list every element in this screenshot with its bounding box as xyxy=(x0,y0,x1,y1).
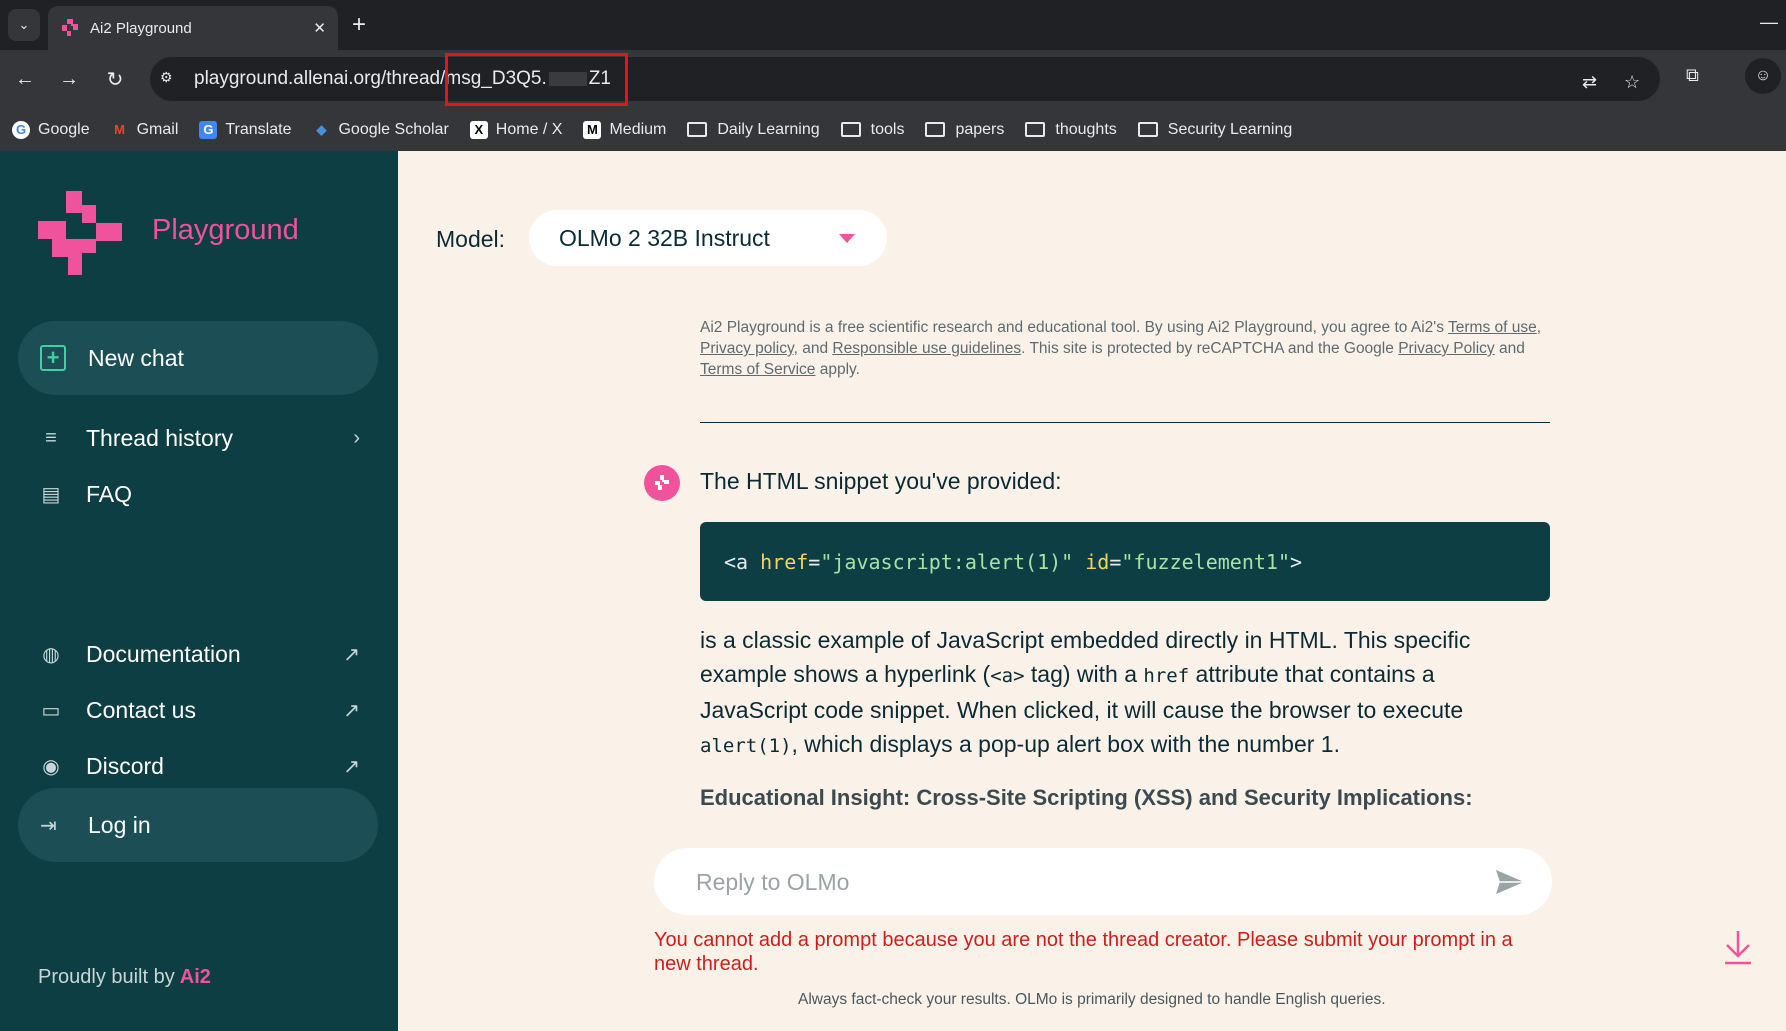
inline-code-alert: alert(1) xyxy=(700,735,792,757)
minimize-icon[interactable]: — xyxy=(1760,12,1778,33)
message-paragraph: is a classic example of JavaScript embed… xyxy=(700,627,1471,757)
globe-icon: ◍ xyxy=(42,644,60,666)
tab-close-icon[interactable]: ✕ xyxy=(313,19,326,37)
model-label: Model: xyxy=(436,226,506,252)
gmail-icon: M xyxy=(114,122,126,137)
reload-icon[interactable]: ↻ xyxy=(102,66,128,92)
document-icon: ▤ xyxy=(41,484,61,506)
sidebar-item-faq[interactable]: ▤ FAQ xyxy=(38,481,360,508)
new-chat-button[interactable]: + New chat xyxy=(18,321,378,395)
external-link-icon: ↗ xyxy=(343,700,360,722)
site-info-icon[interactable]: ⚙ xyxy=(160,69,182,89)
bookmark-security-learning[interactable]: Security Learning xyxy=(1137,121,1292,139)
insight-heading: Educational Insight: Cross-Site Scriptin… xyxy=(700,785,1473,810)
new-chat-label: New chat xyxy=(88,344,184,371)
translate-page-icon[interactable]: ⇄ xyxy=(1582,72,1597,93)
medium-icon: M xyxy=(583,120,602,139)
bookmarks-bar: G Google M Gmail G Translate ◆ Google Schola… xyxy=(0,108,1786,151)
ai2-glyph-icon xyxy=(655,475,669,490)
caret-down-icon xyxy=(839,234,855,243)
tab-title: Ai2 Playground xyxy=(90,19,192,37)
list-icon: ≡ xyxy=(45,427,57,449)
google-privacy-link[interactable]: Privacy Policy xyxy=(1398,340,1494,357)
chat-bubble-icon: ▭ xyxy=(41,700,61,722)
profile-icon[interactable]: ☺ xyxy=(1745,58,1781,94)
browser-tabbar: ⌄ Ai2 Playground ✕ + — xyxy=(0,0,1786,50)
plus-square-icon: + xyxy=(40,345,66,371)
model-select-value: OLMo 2 32B Instruct xyxy=(559,224,770,251)
scroll-to-bottom-icon[interactable] xyxy=(1721,927,1755,967)
bookmark-papers[interactable]: papers xyxy=(925,121,1004,139)
divider xyxy=(700,422,1550,423)
login-arrow-icon: ⇥ xyxy=(40,814,57,837)
built-by-footer: Proudly built by Ai2 xyxy=(38,966,211,988)
error-message: You cannot add a prompt because you are … xyxy=(654,929,1513,975)
sidebar-item-thread-history[interactable]: ≡ Thread history › xyxy=(38,425,360,452)
sidebar-item-discord[interactable]: ◉ Discord ↗ xyxy=(38,753,360,780)
log-in-button[interactable]: ⇥ Log in xyxy=(18,788,378,862)
forward-arrow-icon[interactable]: → xyxy=(56,66,82,92)
folder-icon xyxy=(925,122,946,137)
browser-tab[interactable]: Ai2 Playground ✕ xyxy=(48,6,338,50)
bookmark-medium[interactable]: M Medium xyxy=(583,120,666,139)
sidebar-item-documentation[interactable]: ◍ Documentation ↗ xyxy=(38,641,360,668)
bookmark-tools[interactable]: tools xyxy=(840,121,904,139)
extensions-icon[interactable]: ⧉ xyxy=(1686,65,1699,86)
disclaimer-text: Ai2 Playground is a free scientific rese… xyxy=(700,319,1542,378)
chevron-down-icon: ⌄ xyxy=(18,17,30,32)
chevron-right-icon: › xyxy=(353,427,360,449)
bookmark-translate[interactable]: G Translate xyxy=(199,120,291,139)
message-intro: The HTML snippet you've provided: xyxy=(700,468,1062,494)
olmo-avatar-icon xyxy=(644,465,680,501)
brand-title[interactable]: Playground xyxy=(152,214,299,247)
bookmark-home-x[interactable]: X Home / X xyxy=(469,120,562,139)
folder-icon xyxy=(1137,122,1158,137)
fact-check-footnote: Always fact-check your results. OLMo is … xyxy=(798,991,1386,1008)
ai2-link[interactable]: Ai2 xyxy=(180,966,211,988)
tab-search-button[interactable]: ⌄ xyxy=(8,9,40,41)
code-block[interactable]: <a href = "javascript:alert(1)" id = "fuzzel… xyxy=(700,522,1550,601)
new-tab-button[interactable]: + xyxy=(352,10,366,40)
reply-input[interactable] xyxy=(696,866,1456,898)
inline-code-a: <a> xyxy=(990,665,1025,687)
main-panel: Model: OLMo 2 32B Instruct Ai2 Playgroun… xyxy=(398,151,1786,1031)
ai2-favicon-icon xyxy=(62,19,78,36)
responsible-use-link[interactable]: Responsible use guidelines xyxy=(832,340,1021,357)
url-highlight-annotation xyxy=(445,53,628,106)
model-select[interactable]: OLMo 2 32B Instruct xyxy=(529,210,887,266)
inline-code-href: href xyxy=(1143,665,1190,687)
folder-icon xyxy=(840,122,861,137)
back-arrow-icon[interactable]: ← xyxy=(12,66,38,92)
google-icon: G xyxy=(12,120,30,139)
folder-icon xyxy=(687,122,708,137)
external-link-icon: ↗ xyxy=(343,756,360,778)
privacy-policy-link[interactable]: Privacy policy xyxy=(700,340,794,357)
sidebar-item-contact-us[interactable]: ▭ Contact us ↗ xyxy=(38,697,360,724)
bookmark-thoughts[interactable]: thoughts xyxy=(1025,121,1117,139)
external-link-icon: ↗ xyxy=(343,644,360,666)
bookmark-daily-learning[interactable]: Daily Learning xyxy=(687,121,820,139)
scholar-icon: ◆ xyxy=(316,121,327,137)
ai2-logo-icon[interactable] xyxy=(38,191,122,275)
x-icon: X xyxy=(469,120,488,139)
bookmark-google[interactable]: G Google xyxy=(12,120,90,139)
bookmark-star-icon[interactable]: ☆ xyxy=(1624,72,1640,93)
sidebar: Playground + New chat ≡ Thread history ›… xyxy=(0,151,398,1031)
bookmark-gmail[interactable]: M Gmail xyxy=(111,121,178,139)
discord-icon: ◉ xyxy=(42,756,60,778)
bookmark-google-scholar[interactable]: ◆ Google Scholar xyxy=(312,121,448,139)
browser-toolbar: ← → ↻ ⚙ playground.allenai.org/thread/ms… xyxy=(0,50,1786,108)
terms-of-use-link[interactable]: Terms of use xyxy=(1448,319,1537,336)
reply-box xyxy=(654,848,1552,915)
send-icon[interactable] xyxy=(1494,868,1526,896)
terms-of-service-link[interactable]: Terms of Service xyxy=(700,361,815,378)
address-bar[interactable]: ⚙ playground.allenai.org/thread/msg_D3Q5… xyxy=(150,57,1660,101)
translate-icon: G xyxy=(199,120,218,139)
folder-icon xyxy=(1025,122,1046,137)
